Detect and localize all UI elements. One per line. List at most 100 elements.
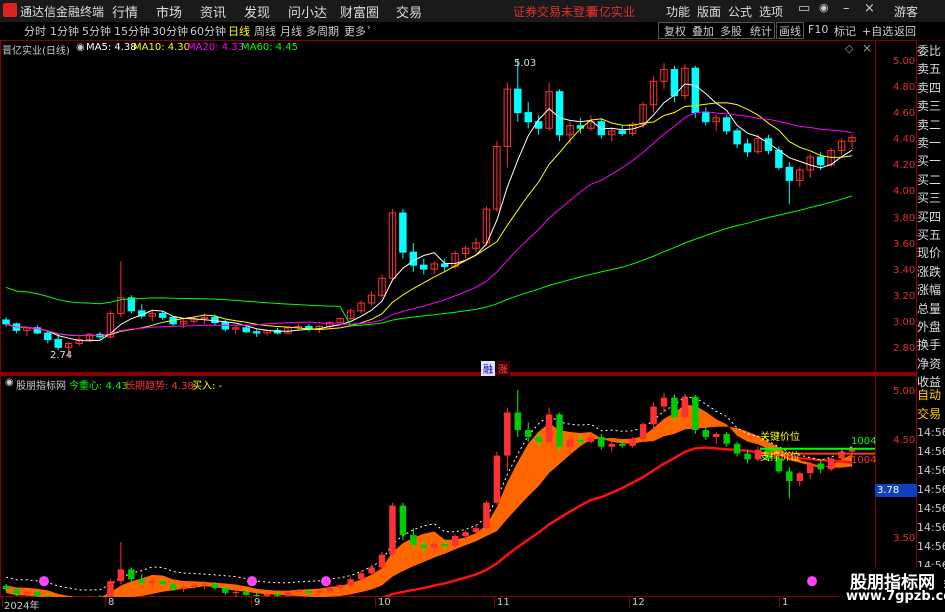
side-label: 换手 (917, 336, 945, 354)
main-axis-label: 4.40 (893, 134, 915, 145)
sub-candle-body (703, 430, 709, 437)
period-15min[interactable]: 15分钟 (114, 23, 150, 39)
period-weekly[interactable]: 周线 (254, 23, 276, 39)
candlestick-chart[interactable] (0, 40, 875, 373)
sub-candle-body (274, 594, 280, 596)
sub-candle-body (546, 414, 552, 441)
date-tick (375, 597, 376, 607)
candle-body (253, 332, 259, 333)
tool-stats[interactable]: 统计 (750, 23, 772, 39)
stock-name-title: 晋亿实业 (587, 3, 635, 20)
candle-body (421, 265, 427, 269)
watermark: 股朋指标网 www.7gpzb.com (838, 567, 944, 609)
side-sub-label: 14:56 (917, 462, 945, 480)
sub-candle-body (327, 588, 333, 591)
tool-f10[interactable]: F10 (808, 23, 828, 36)
settings-icon[interactable]: ◉ (819, 1, 829, 14)
sub-candle-body (525, 430, 531, 437)
tool-mark[interactable]: 标记 (834, 23, 856, 39)
side-label: 卖五 (917, 60, 945, 78)
candle-body (598, 122, 604, 135)
sub-candle-body (410, 535, 416, 545)
sub-candle-body (629, 439, 635, 446)
side-label: 委比 (917, 42, 945, 60)
minimize-icon[interactable]: – (843, 1, 850, 16)
sub-candle-body (682, 397, 688, 418)
side-label: 净资 (917, 355, 945, 373)
menu-ask[interactable]: 问小达 (288, 2, 327, 21)
period-monthly[interactable]: 月线 (280, 23, 302, 39)
date-tick (2, 597, 3, 607)
main-axis-label: 3.80 (893, 213, 915, 224)
date-label: 12 (632, 597, 645, 608)
menu-wealth[interactable]: 财富圈 (340, 2, 379, 21)
menu-layout[interactable]: 版面 (697, 3, 721, 20)
sub-candle-body (494, 456, 500, 503)
tool-multi[interactable]: 多股 (720, 23, 742, 39)
signal-dot (807, 576, 817, 586)
sub-candle-body (139, 579, 145, 583)
login-warning[interactable]: 证券交易未登录 (513, 3, 597, 20)
screen-icon[interactable]: ▭ (798, 1, 810, 16)
sub-candle-body (191, 585, 197, 587)
candle-body (441, 264, 447, 267)
main-axis-label: 2.80 (893, 343, 915, 354)
main-axis-label: 4.20 (893, 160, 915, 171)
sub-candle-body (45, 596, 51, 597)
menu-function[interactable]: 功能 (666, 3, 690, 20)
sub-candle-body (817, 463, 823, 469)
side-label: 买四 (917, 208, 945, 226)
sub-candle-body (723, 434, 729, 444)
sub-candle-body (128, 569, 134, 579)
indicator-chart[interactable] (0, 375, 875, 597)
period-daily[interactable]: 日线 (228, 23, 250, 39)
sub-candle-body (671, 398, 677, 418)
menu-formula[interactable]: 公式 (728, 3, 752, 20)
tool-adjust[interactable]: 复权 (664, 23, 686, 39)
user-label[interactable]: 游客 (894, 3, 918, 20)
tool-add-favorite[interactable]: +自选 (862, 23, 893, 39)
title-bar: 通达信金融终端 行情 市场 资讯 发现 问小达 财富圈 交易 证券交易未登录 晋… (0, 0, 945, 23)
sub-candle-body (400, 506, 406, 535)
menu-news[interactable]: 资讯 (200, 2, 226, 21)
side-label: 卖一 (917, 134, 945, 152)
up-tag[interactable]: 涨 (496, 361, 510, 376)
side-label: 现价 (917, 244, 945, 262)
app-title: 通达信金融终端 (20, 3, 104, 20)
close-icon[interactable]: × (864, 1, 875, 16)
tool-draw[interactable]: 画线 (779, 23, 801, 39)
period-5min[interactable]: 5分钟 (82, 23, 111, 39)
menu-options[interactable]: 选项 (759, 3, 783, 20)
period-multi[interactable]: 多周期 (306, 23, 339, 39)
tool-back[interactable]: 返回 (894, 23, 916, 39)
tool-overlay[interactable]: 叠加 (692, 23, 714, 39)
axis-separator (875, 40, 876, 597)
sub-candle-body (264, 594, 270, 596)
more-chevron-icon[interactable]: › (367, 23, 371, 33)
sub-candle-body (285, 592, 291, 596)
period-30min[interactable]: 30分钟 (152, 23, 188, 39)
sub-candle-body (744, 454, 750, 460)
sub-axis-label: 4.50 (893, 435, 915, 446)
sub-candle-body (567, 440, 573, 447)
sub-candle-body (306, 591, 312, 593)
period-intraday[interactable]: 分时 (24, 23, 46, 39)
menu-discover[interactable]: 发现 (244, 2, 270, 21)
period-1min[interactable]: 1分钟 (50, 23, 79, 39)
sub-candle-body (3, 586, 9, 589)
sub-candle-body (389, 506, 395, 555)
period-60min[interactable]: 60分钟 (190, 23, 226, 39)
menu-market[interactable]: 行情 (112, 2, 138, 21)
main-axis-label: 5.00 (893, 56, 915, 67)
menu-trade[interactable]: 交易 (396, 2, 422, 21)
sub-candle-body (295, 591, 301, 592)
candle-body (744, 144, 750, 152)
margin-tag[interactable]: 融 (481, 361, 495, 376)
side-label: 卖二 (917, 116, 945, 134)
sub-candle-body (462, 532, 468, 536)
period-more[interactable]: 更多 (344, 23, 366, 39)
sub-candle-body (504, 412, 510, 455)
candle-body (159, 313, 165, 317)
candle-body (515, 89, 521, 112)
menu-markets[interactable]: 市场 (156, 2, 182, 21)
